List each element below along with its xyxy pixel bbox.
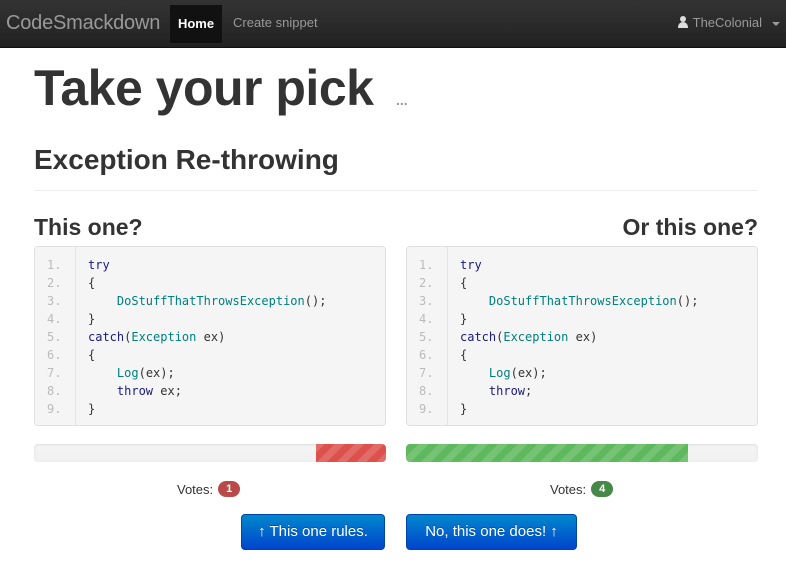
user-menu[interactable]: TheColonial <box>677 15 780 30</box>
line-number: 8. <box>419 384 434 398</box>
arrow-up-icon: ↑ <box>550 523 558 540</box>
line-number: 3. <box>419 294 434 308</box>
code-line: Log(ex); <box>116 366 175 380</box>
nav-home-link[interactable]: Home <box>170 5 222 43</box>
code-line: throw; <box>488 384 533 398</box>
votes-label: Votes: <box>550 481 587 497</box>
code-line: catch(Exception ex) <box>460 330 598 344</box>
page-title: Take your pick <box>34 60 374 116</box>
line-number: 9. <box>47 402 62 416</box>
line-number: 2. <box>419 276 434 290</box>
line-number: 6. <box>47 348 62 362</box>
code-line: } <box>88 402 96 416</box>
line-number: 7. <box>47 366 62 380</box>
line-number: 5. <box>47 330 62 344</box>
left-vote-bar <box>316 444 386 462</box>
code-line: DoStuffThatThrowsException(); <box>116 294 327 308</box>
code-line: DoStuffThatThrowsException(); <box>488 294 699 308</box>
left-votes: Votes: 1 <box>177 481 241 497</box>
divider <box>34 190 758 191</box>
line-number: 7. <box>419 366 434 380</box>
code-line: Log(ex); <box>488 366 547 380</box>
arrow-up-icon: ↑ <box>258 523 266 540</box>
title-ellipsis: ... <box>396 92 408 108</box>
nav-create-snippet-link[interactable]: Create snippet <box>233 15 318 30</box>
code-line: catch(Exception ex) <box>88 330 226 344</box>
code-line: try <box>88 258 110 272</box>
code-line: { <box>88 276 96 290</box>
navbar: CodeSmackdown Home Create snippet TheCol… <box>0 0 786 48</box>
left-code-snippet: 1. try 2. {3. DoStuffThatThrowsException();… <box>34 246 386 426</box>
vote-left-button-label: This one rules. <box>269 523 368 540</box>
right-votes: Votes: 4 <box>550 481 614 497</box>
right-choice-label: Or this one? <box>622 214 758 240</box>
line-number: 3. <box>47 294 62 308</box>
line-number: 6. <box>419 348 434 362</box>
code-line: { <box>460 276 468 290</box>
vote-right-button-label: No, this one does! <box>425 523 547 540</box>
line-number: 5. <box>419 330 434 344</box>
left-vote-progress <box>34 444 386 462</box>
vote-right-button[interactable]: No, this one does! ↑ <box>406 514 577 550</box>
brand-logo[interactable]: CodeSmackdown <box>6 12 160 35</box>
code-line: { <box>88 348 96 362</box>
code-line: { <box>460 348 468 362</box>
line-number: 1. <box>419 258 434 272</box>
user-name: TheColonial <box>692 15 762 30</box>
code-line: throw ex; <box>116 384 182 398</box>
line-number: 8. <box>47 384 62 398</box>
line-number: 4. <box>47 312 62 326</box>
caret-down-icon <box>772 21 780 26</box>
line-number: 2. <box>47 276 62 290</box>
code-line: } <box>460 312 468 326</box>
code-line: try <box>460 258 482 272</box>
user-icon <box>677 16 689 29</box>
code-line: } <box>460 402 468 416</box>
votes-label: Votes: <box>177 481 214 497</box>
line-number: 4. <box>419 312 434 326</box>
line-number: 9. <box>419 402 434 416</box>
line-number: 1. <box>47 258 62 272</box>
right-code-snippet: 1. try 2. {3. DoStuffThatThrowsException();… <box>406 246 758 426</box>
left-choice-label: This one? <box>34 214 143 240</box>
left-vote-count-badge: 1 <box>218 481 241 497</box>
code-line: } <box>88 312 96 326</box>
vote-left-button[interactable]: ↑ This one rules. <box>241 514 385 550</box>
section-title: Exception Re-throwing <box>34 144 339 175</box>
right-vote-progress <box>406 444 758 462</box>
right-vote-bar <box>406 444 688 462</box>
right-vote-count-badge: 4 <box>591 481 614 497</box>
